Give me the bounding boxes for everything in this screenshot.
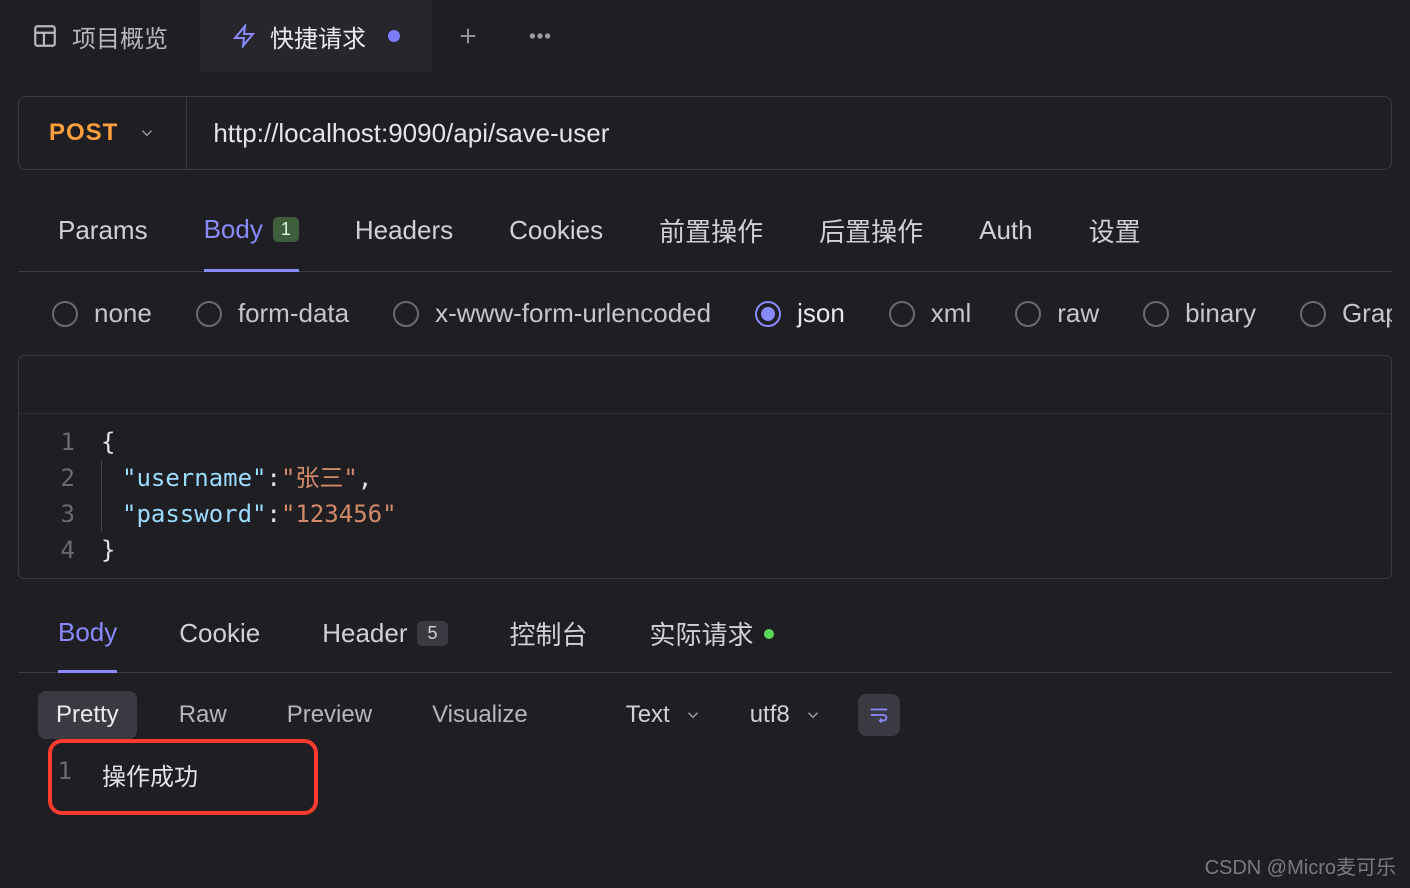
add-tab-button[interactable]: [432, 0, 504, 72]
view-preview-button[interactable]: Preview: [269, 691, 390, 739]
radio-icon: [755, 301, 781, 327]
view-raw-button[interactable]: Raw: [161, 691, 245, 739]
tab-headers[interactable]: Headers: [355, 194, 453, 271]
response-controls: Pretty Raw Preview Visualize Text utf8: [18, 673, 1392, 757]
wrap-icon: [868, 704, 890, 726]
layout-icon: [32, 23, 58, 49]
tab-quick-request[interactable]: 快捷请求: [200, 0, 432, 72]
tab-settings[interactable]: 设置: [1089, 194, 1141, 271]
body-count-badge: 1: [273, 217, 299, 242]
watermark-text: CSDN @Micro麦可乐: [1205, 851, 1396, 880]
radio-form-data[interactable]: form-data: [196, 298, 349, 329]
more-tabs-button[interactable]: [504, 0, 576, 72]
editor-toolbar: [19, 356, 1391, 414]
resp-tab-body[interactable]: Body: [58, 603, 117, 673]
radio-icon: [196, 301, 222, 327]
unsaved-indicator-icon: [388, 30, 400, 42]
tab-auth[interactable]: Auth: [979, 194, 1033, 271]
resp-tab-actual-request[interactable]: 实际请求: [650, 603, 774, 672]
app-tabs-bar: 项目概览 快捷请求: [0, 0, 1410, 72]
tab-post-request[interactable]: 后置操作: [819, 194, 923, 271]
line-numbers: 1234: [19, 424, 93, 568]
format-select[interactable]: Text: [614, 693, 714, 737]
tab-label: 快捷请求: [270, 19, 366, 54]
tab-params[interactable]: Params: [58, 194, 148, 271]
tab-cookies[interactable]: Cookies: [509, 194, 603, 271]
radio-xml[interactable]: xml: [889, 298, 971, 329]
http-method-select[interactable]: POST: [19, 97, 187, 169]
radio-icon: [393, 301, 419, 327]
chevron-down-icon: [804, 706, 822, 724]
url-input[interactable]: [187, 97, 1391, 169]
tab-label: 项目概览: [72, 19, 168, 54]
response-content: 操作成功: [88, 757, 198, 792]
tab-body[interactable]: Body 1: [204, 194, 299, 272]
code-content[interactable]: { "username":"张三", "password":"123456" }: [93, 424, 397, 568]
body-type-radios: none form-data x-www-form-urlencoded jso…: [18, 272, 1392, 355]
method-label: POST: [49, 119, 118, 147]
line-numbers: 1: [38, 757, 88, 792]
radio-icon: [1300, 301, 1326, 327]
request-subtabs: Params Body 1 Headers Cookies 前置操作 后置操作 …: [18, 194, 1392, 272]
tab-project-overview[interactable]: 项目概览: [0, 0, 200, 72]
radio-binary[interactable]: binary: [1143, 298, 1256, 329]
radio-none[interactable]: none: [52, 298, 152, 329]
resp-tab-header[interactable]: Header 5: [322, 603, 447, 672]
tab-pre-request[interactable]: 前置操作: [659, 194, 763, 271]
encoding-select[interactable]: utf8: [738, 693, 834, 737]
response-body-editor[interactable]: 1 操作成功: [38, 757, 1372, 792]
status-dot-icon: [764, 629, 774, 639]
request-body-editor[interactable]: 1234 { "username":"张三", "password":"1234…: [18, 355, 1392, 579]
word-wrap-button[interactable]: [858, 694, 900, 736]
radio-json[interactable]: json: [755, 298, 845, 329]
lightning-icon: [232, 24, 256, 48]
request-bar: POST: [18, 96, 1392, 170]
radio-graphql[interactable]: GraphQL: [1300, 298, 1392, 329]
chevron-down-icon: [684, 706, 702, 724]
response-subtabs: Body Cookie Header 5 控制台 实际请求: [18, 603, 1392, 673]
radio-icon: [1015, 301, 1041, 327]
chevron-down-icon: [138, 124, 156, 142]
resp-tab-cookie[interactable]: Cookie: [179, 603, 260, 672]
radio-icon: [889, 301, 915, 327]
resp-tab-console[interactable]: 控制台: [510, 603, 588, 672]
view-visualize-button[interactable]: Visualize: [414, 691, 546, 739]
header-count-badge: 5: [417, 621, 447, 646]
tab-body-label: Body: [204, 214, 263, 245]
radio-icon: [52, 301, 78, 327]
view-pretty-button[interactable]: Pretty: [38, 691, 137, 739]
radio-icon: [1143, 301, 1169, 327]
radio-raw[interactable]: raw: [1015, 298, 1099, 329]
radio-x-www-form-urlencoded[interactable]: x-www-form-urlencoded: [393, 298, 711, 329]
